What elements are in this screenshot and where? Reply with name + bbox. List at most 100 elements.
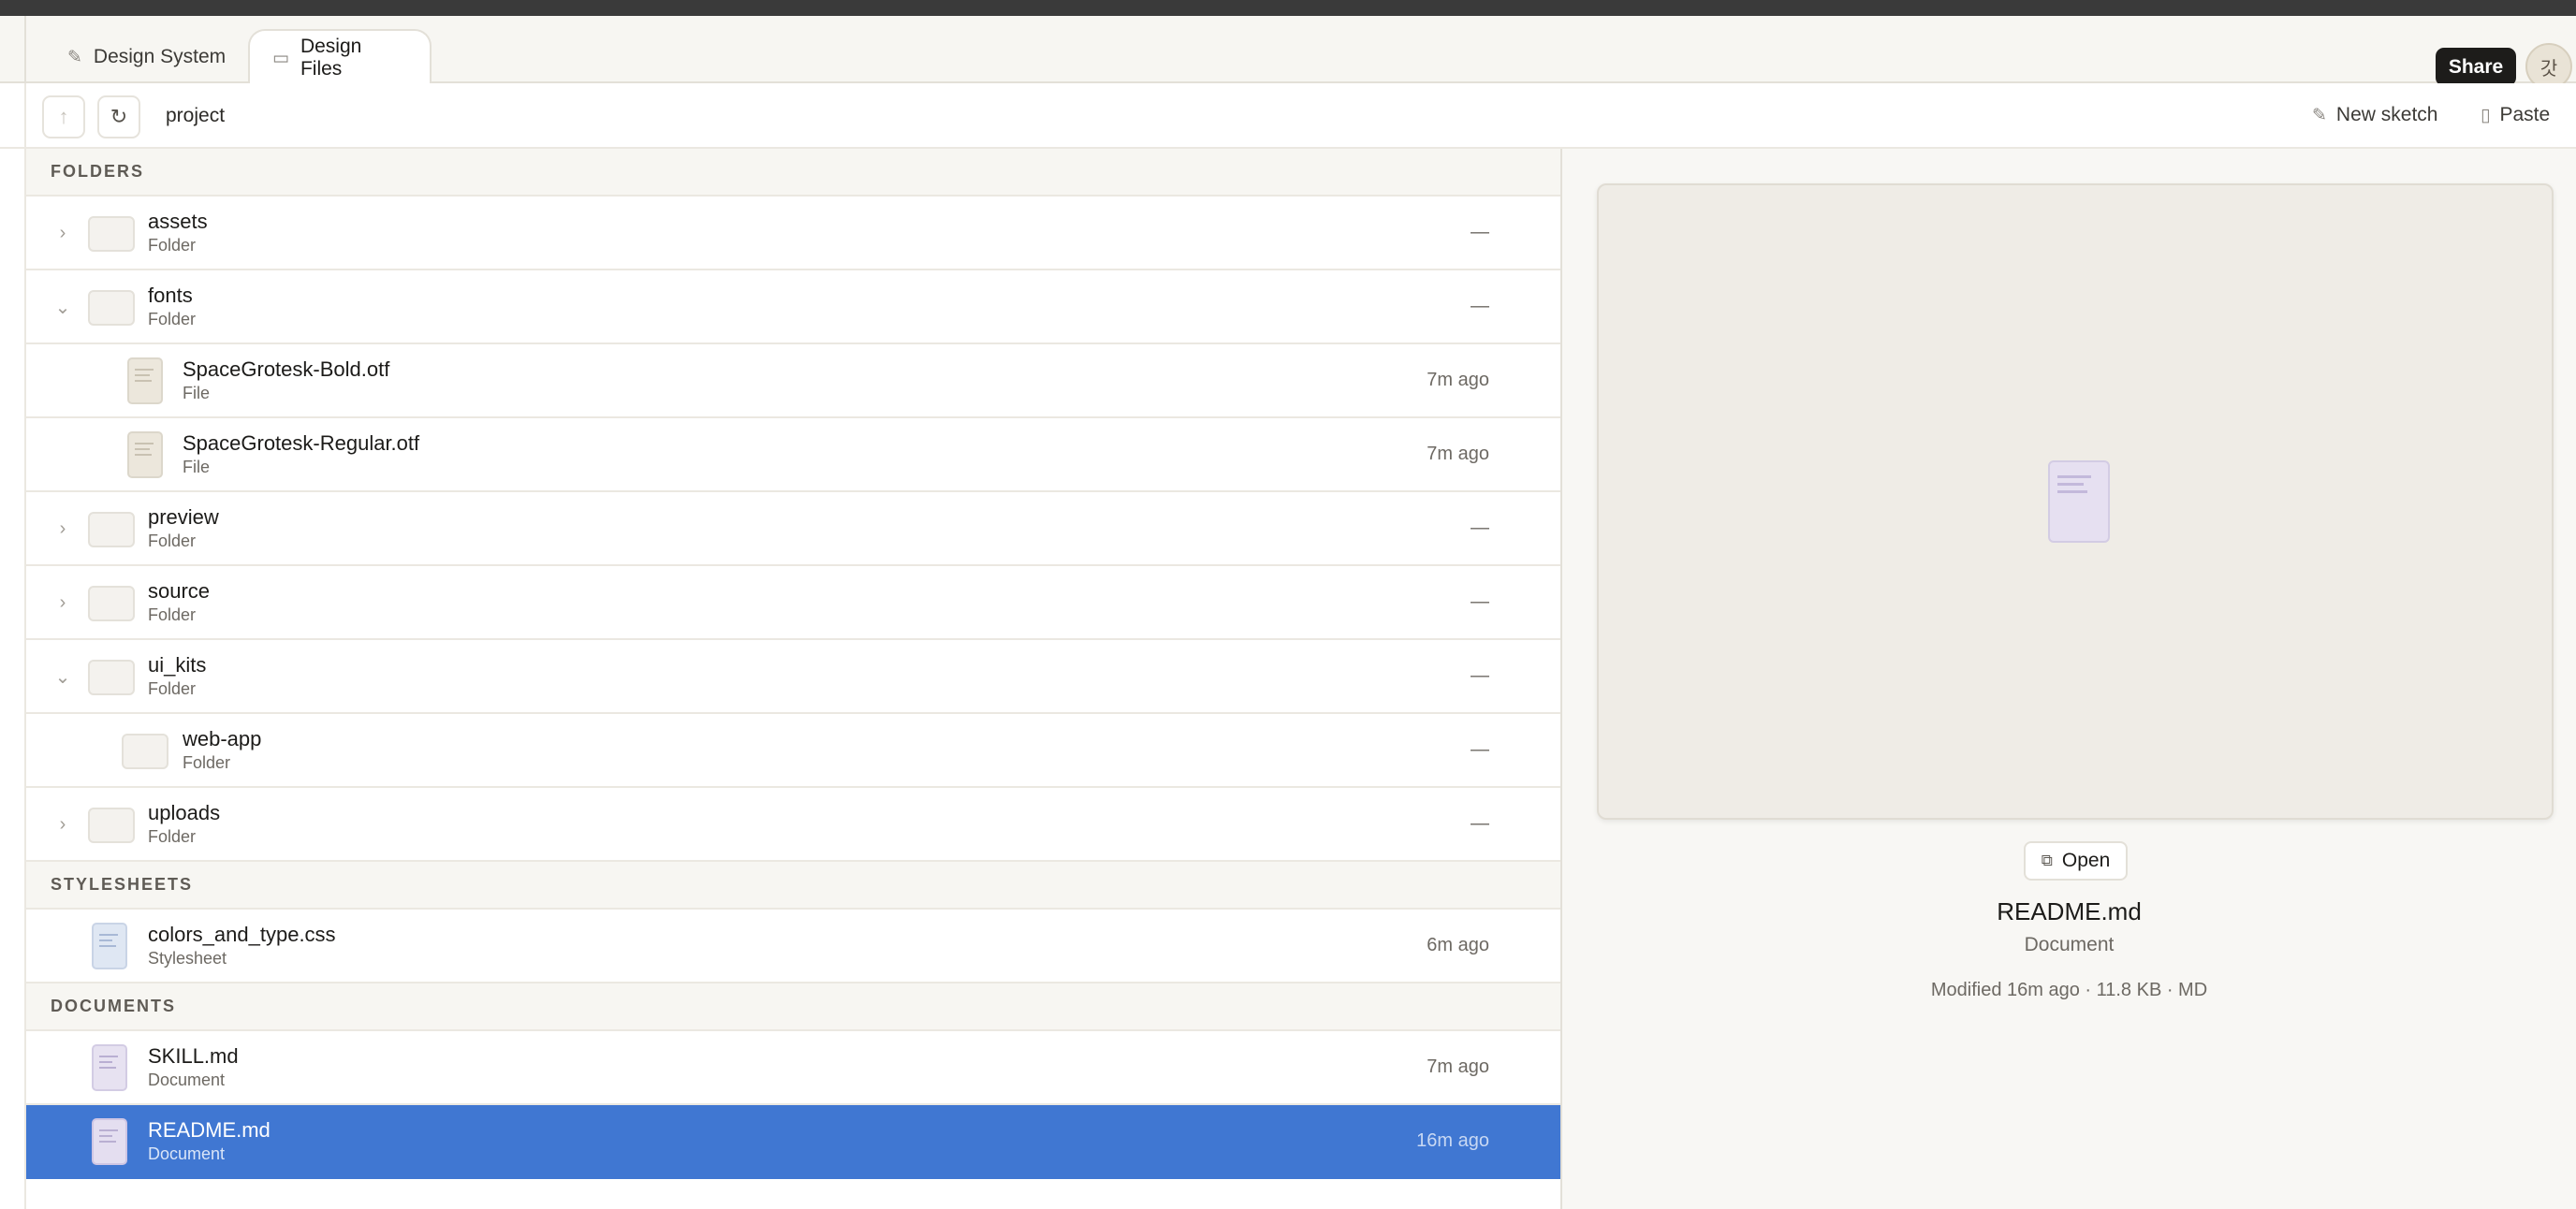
tab-design-system[interactable]: ✎ Design System [45, 29, 248, 85]
up-button[interactable]: ↑ [42, 95, 85, 138]
item-name: ui_kits [148, 653, 207, 677]
item-kind: Folder [148, 605, 197, 624]
refresh-button[interactable]: ↻ [97, 95, 140, 138]
item-kind: Folder [148, 532, 197, 550]
list-item-skill-md[interactable]: SKILL.md Document 7m ago [26, 1031, 1560, 1105]
item-name: fonts [148, 284, 193, 307]
document-icon [2048, 460, 2110, 543]
item-kind: File [183, 384, 211, 402]
list-item-colors-and-type-css[interactable]: colors_and_type.css Stylesheet 6m ago [26, 910, 1560, 983]
tab-label: Design Files [300, 36, 362, 80]
new-sketch-label: New sketch [2335, 104, 2438, 125]
list-item-web-app[interactable]: web-app Folder — [26, 714, 1560, 788]
item-kind: Folder [148, 827, 197, 846]
breadcrumb[interactable]: project [166, 105, 225, 127]
open-label: Open [2061, 850, 2111, 871]
tab-bar-divider [24, 16, 26, 83]
new-sketch-button[interactable]: ✎ New sketch [2312, 104, 2437, 126]
folder-icon: ▭ [272, 48, 289, 68]
item-name: colors_and_type.css [148, 923, 336, 946]
toolbar: ↑ ↻ project ✎ New sketch ▯ Paste [0, 83, 2576, 149]
preview-file-type: Document [2024, 934, 2115, 955]
list-item-fonts[interactable]: ⌄ fonts Folder — [26, 270, 1560, 344]
tab-label: Design System [93, 46, 227, 67]
item-kind: Folder [148, 679, 197, 698]
list-item-spacegrotesk-bold[interactable]: SpaceGrotesk-Bold.otf File 7m ago [26, 344, 1560, 418]
list-item-source[interactable]: › source Folder — [26, 566, 1560, 640]
list-item-readme-md[interactable]: README.md Document 16m ago [26, 1105, 1560, 1179]
item-modified: — [1471, 665, 1489, 686]
open-button[interactable]: ⧉ Open [2024, 841, 2128, 881]
clipboard-icon: ▯ [2481, 105, 2491, 125]
chevron-right-icon[interactable]: › [52, 515, 73, 543]
folder-icon [88, 660, 135, 695]
paste-button[interactable]: ▯ Paste [2481, 104, 2550, 126]
item-modified: — [1471, 813, 1489, 834]
item-kind: File [183, 458, 211, 476]
folder-icon [88, 512, 135, 547]
item-modified: 7m ago [1427, 444, 1489, 464]
list-item-spacegrotesk-regular[interactable]: SpaceGrotesk-Regular.otf File 7m ago [26, 418, 1560, 492]
window-top-bar [0, 0, 2576, 16]
item-name: uploads [148, 801, 221, 824]
share-button[interactable]: Share [2436, 48, 2516, 86]
arrow-up-icon: ↑ [58, 105, 69, 128]
item-modified: — [1471, 591, 1489, 612]
item-kind: Document [148, 1071, 226, 1089]
chevron-down-icon[interactable]: ⌄ [52, 293, 73, 321]
chevron-right-icon[interactable]: › [52, 589, 73, 617]
tab-bar: ✎ Design System ▭ Design Files Share 갓 [0, 16, 2576, 90]
item-name: SKILL.md [148, 1044, 239, 1068]
chevron-right-icon[interactable]: › [52, 219, 73, 247]
section-header-documents: DOCUMENTS [26, 983, 1560, 1031]
item-name: preview [148, 505, 219, 529]
item-kind: Stylesheet [148, 949, 227, 968]
document-icon [92, 1118, 127, 1165]
folder-icon [88, 290, 135, 326]
item-name: source [148, 579, 211, 603]
chevron-right-icon[interactable]: › [52, 810, 73, 838]
file-list: FOLDERS › assets Folder — ⌄ fonts Folder… [24, 149, 1562, 1209]
chevron-down-icon[interactable]: ⌄ [52, 663, 73, 691]
item-kind: Folder [183, 753, 231, 772]
list-item-uploads[interactable]: › uploads Folder — [26, 788, 1560, 862]
list-item-preview[interactable]: › preview Folder — [26, 492, 1560, 566]
folder-icon [88, 216, 135, 252]
refresh-icon: ↻ [110, 105, 128, 128]
folder-icon [122, 734, 168, 769]
preview-file-meta: Modified 16m ago · 11.8 KB · MD [1930, 980, 2208, 1000]
pencil-icon: ✎ [2312, 105, 2327, 125]
section-header-stylesheets: STYLESHEETS [26, 862, 1560, 910]
preview-thumbnail [1597, 183, 2554, 820]
item-name: assets [148, 210, 208, 233]
file-icon [127, 431, 163, 478]
item-modified: 7m ago [1427, 370, 1489, 390]
paste-label: Paste [2499, 104, 2551, 125]
list-item-ui-kits[interactable]: ⌄ ui_kits Folder — [26, 640, 1560, 714]
item-modified: — [1471, 739, 1489, 760]
pencil-icon: ✎ [67, 47, 82, 67]
item-modified: 7m ago [1427, 1056, 1489, 1077]
item-modified: — [1471, 517, 1489, 538]
stylesheet-icon [92, 923, 127, 969]
tab-design-files[interactable]: ▭ Design Files [248, 29, 432, 88]
external-link-icon: ⧉ [2041, 852, 2053, 869]
item-kind: Folder [148, 236, 197, 255]
preview-panel: ⧉ Open README.md Document Modified 16m a… [1562, 149, 2576, 1209]
item-modified: 16m ago [1416, 1130, 1489, 1151]
item-name: SpaceGrotesk-Regular.otf [183, 431, 420, 455]
document-icon [92, 1044, 127, 1091]
list-item-assets[interactable]: › assets Folder — [26, 197, 1560, 270]
item-name: SpaceGrotesk-Bold.otf [183, 357, 390, 381]
folder-icon [88, 586, 135, 621]
item-kind: Folder [148, 310, 197, 328]
item-name: web-app [183, 727, 262, 750]
toolbar-divider [24, 83, 26, 149]
item-modified: — [1471, 222, 1489, 242]
item-modified: — [1471, 296, 1489, 316]
item-name: README.md [148, 1118, 271, 1142]
preview-file-name: README.md [1997, 897, 2142, 925]
item-kind: Document [148, 1144, 226, 1163]
folder-icon [88, 808, 135, 843]
section-header-folders: FOLDERS [26, 149, 1560, 197]
